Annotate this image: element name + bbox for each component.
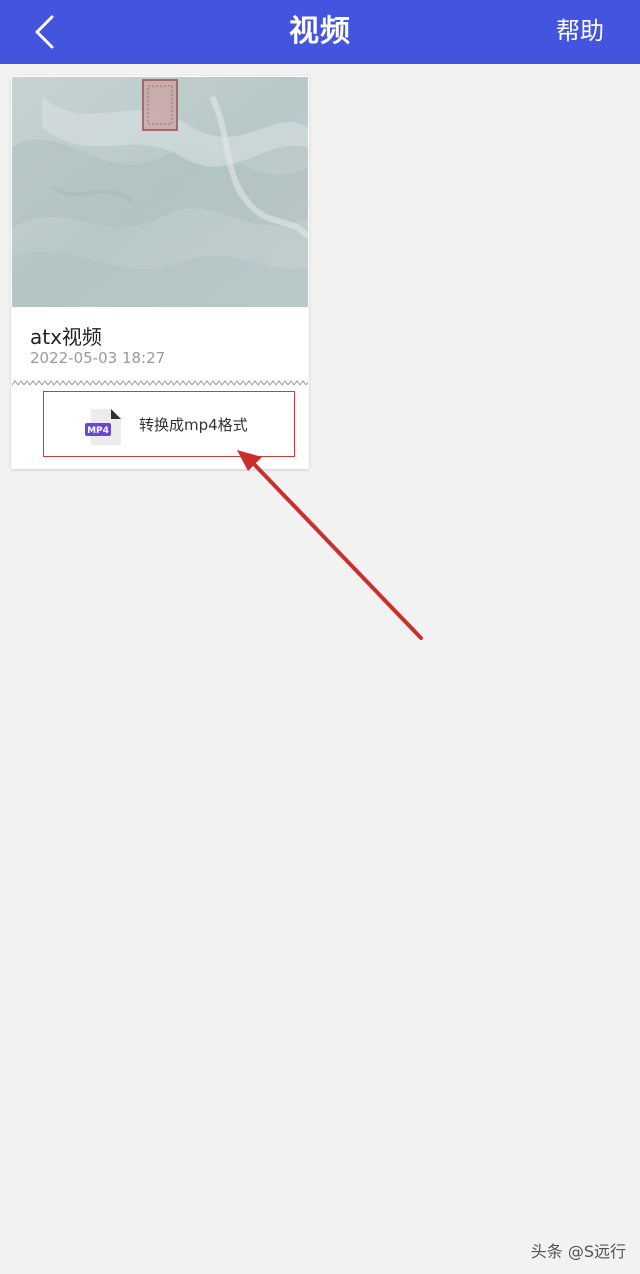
video-date: 2022-05-03 18:27 [30, 349, 166, 367]
video-title: atx视频 [30, 325, 102, 349]
mp4-file-icon: MP4 [85, 409, 121, 445]
video-thumbnail[interactable] [12, 77, 308, 307]
convert-label: 转换成mp4格式 [139, 416, 248, 434]
top-app-bar: 视频 帮助 [0, 0, 640, 64]
svg-text:MP4: MP4 [87, 426, 109, 436]
convert-to-mp4-button[interactable]: MP4 转换成mp4格式 [43, 391, 295, 457]
watermark: 头条 @S远行 [530, 1242, 626, 1261]
card-divider [12, 380, 308, 386]
page-title: 视频 [289, 14, 351, 49]
video-card[interactable]: atx视频 2022-05-03 18:27 MP4 转换成mp4格式 [11, 76, 309, 469]
help-button[interactable]: 帮助 [556, 0, 604, 64]
